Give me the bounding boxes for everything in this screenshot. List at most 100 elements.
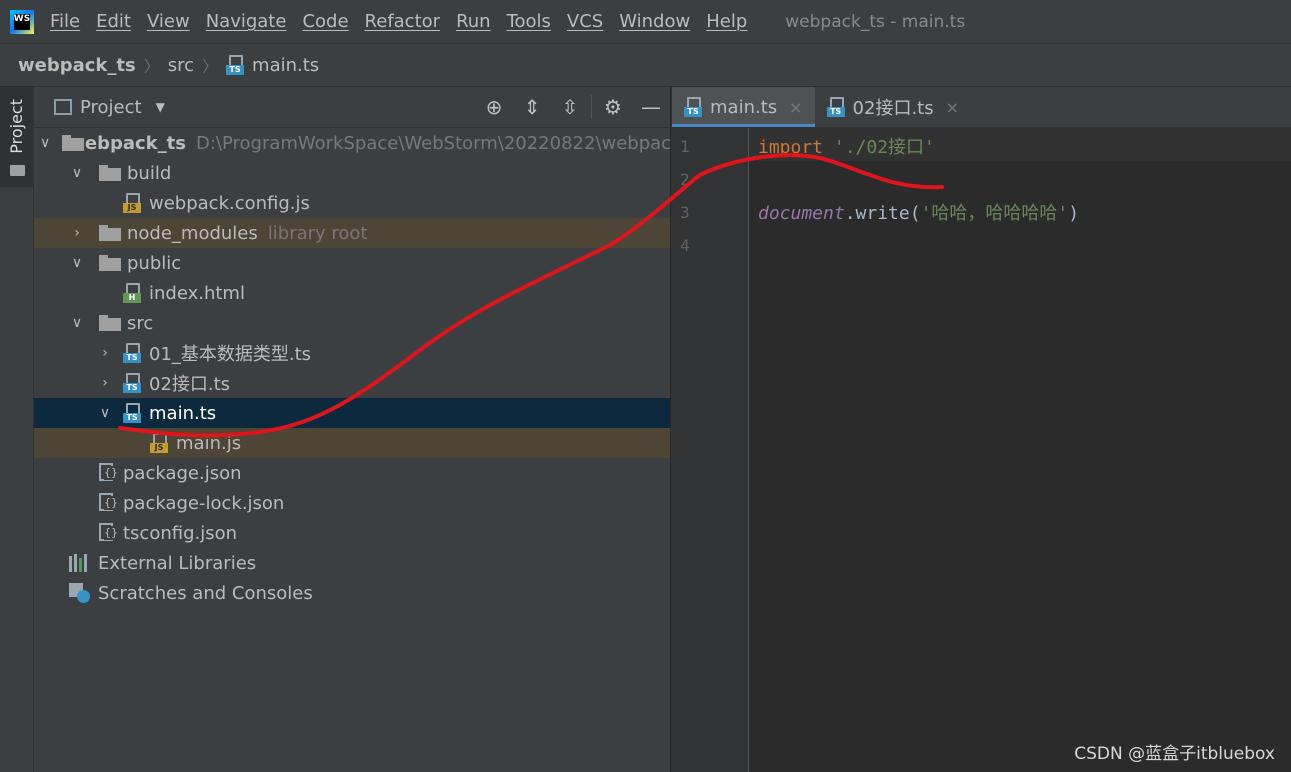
project-tool-label: Project [7,99,26,154]
tree-item-external-libraries[interactable]: External Libraries [34,548,670,578]
breadcrumb-folder[interactable]: src [168,55,194,76]
folder-icon [99,165,121,181]
tree-item-interface[interactable]: › TS 02接口.ts [34,368,670,398]
collapse-all-icon[interactable]: ⇳ [551,95,589,119]
chevron-down-icon[interactable]: ∨ [95,405,115,421]
tree-item-webpack-config[interactable]: JS webpack.config.js [34,188,670,218]
tree-item-label: src [127,312,154,334]
tree-item-label: main.js [176,432,242,454]
window-title: webpack_ts - main.ts [785,11,966,32]
menu-tools[interactable]: Tools [507,11,551,32]
tree-item-package-lock[interactable]: {} package-lock.json [34,488,670,518]
close-icon[interactable]: × [946,98,959,117]
tree-item-package-json[interactable]: {} package.json [34,458,670,488]
typescript-file-icon: TS [826,97,847,117]
gear-icon[interactable]: ⚙ [594,95,632,119]
tree-item-label: public [127,252,182,274]
breadcrumb-file[interactable]: main.ts [252,55,319,76]
tree-item-label: index.html [149,282,245,304]
menu-help[interactable]: Help [706,11,747,32]
typescript-file-icon: TS [123,373,143,393]
menu-code[interactable]: Code [302,11,348,32]
chevron-down-icon[interactable]: ∨ [67,165,87,181]
line-number: 3 [680,203,690,222]
webstorm-logo-icon: WS [10,9,34,34]
menu-window[interactable]: Window [619,11,690,32]
tree-item-public[interactable]: ∨ public [34,248,670,278]
line-number: 4 [680,236,690,255]
chevron-down-icon[interactable]: ▼ [156,100,165,114]
chevron-right-icon[interactable]: › [67,225,87,241]
expand-all-icon[interactable]: ⇕ [513,95,551,119]
tree-item-build[interactable]: ∨ build [34,158,670,188]
close-icon[interactable]: × [789,98,802,117]
menu-navigate[interactable]: Navigate [206,11,287,32]
menu-view[interactable]: View [147,11,190,32]
menu-edit[interactable]: Edit [96,11,131,32]
menu-vcs[interactable]: VCS [567,11,603,32]
chevron-right-icon[interactable]: › [95,375,115,391]
locate-icon[interactable]: ⊕ [475,95,513,119]
breadcrumb: webpack_ts 〉 src 〉 TS main.ts [0,44,1291,87]
minimize-icon[interactable]: — [632,95,670,119]
menu-run[interactable]: Run [456,11,491,32]
tree-item-label: 02接口.ts [149,374,231,395]
tree-item-basic-types[interactable]: › TS 01_基本数据类型.ts [34,338,670,368]
project-view-title[interactable]: Project [80,97,142,118]
global-document: document [758,203,845,224]
typescript-file-icon: TS [226,55,246,75]
json-file-icon: {} [97,492,118,514]
project-tree: ∨ webpack_ts D:\ProgramWorkSpace\WebStor… [34,128,682,608]
line-number-gutter: 1 2 3 4 [672,128,749,772]
tree-item-node-modules[interactable]: › node_modules library root [34,218,670,248]
project-view-icon [54,99,72,115]
chevron-down-icon[interactable]: ∨ [40,135,50,151]
tab-interface-ts[interactable]: TS 02接口.ts × [815,87,971,127]
folder-icon [99,255,121,271]
tree-item-path: D:\ProgramWorkSpace\WebStorm\20220822\we… [195,132,682,154]
editor-pane: TS main.ts × TS 02接口.ts × 1 2 3 4 import… [671,87,1291,772]
project-toolbar: ⊕ ⇕ ⇳ ⚙ — [475,87,670,127]
write-argument-string: '哈哈，哈哈哈哈' [920,203,1069,224]
libraries-icon [69,554,91,572]
menu-bar: WS File Edit View Navigate Code Refactor… [0,0,1291,44]
project-panel: Project ▼ ⊕ ⇕ ⇳ ⚙ — ∨ webpack_ts D:\Prog… [34,87,682,772]
tab-main-ts[interactable]: TS main.ts × [672,87,815,127]
typescript-file-icon: TS [123,343,143,363]
chevron-down-icon[interactable]: ∨ [67,315,87,331]
line-number: 2 [680,170,690,189]
code-line-3[interactable]: document.write('哈哈，哈哈哈哈') [758,199,1079,225]
line-number: 1 [680,137,690,156]
javascript-file-icon: JS [150,433,170,453]
tree-item-main-ts[interactable]: ∨ TS main.ts [34,398,670,428]
toolbar-divider [591,95,592,119]
tree-item-webpack-ts[interactable]: ∨ webpack_ts D:\ProgramWorkSpace\WebStor… [34,128,682,158]
tree-item-label: webpack.config.js [149,192,310,214]
tree-item-label: 01_基本数据类型.ts [149,344,312,365]
scratches-icon [69,583,91,603]
menu-file[interactable]: File [50,11,80,32]
tree-item-label: webpack_ts [68,132,186,154]
breadcrumb-project[interactable]: webpack_ts [18,55,136,76]
method-write: write [855,203,910,224]
project-tool-tab[interactable]: Project [0,87,33,187]
tool-window-strip: Project [0,87,34,772]
tree-item-label: package.json [123,462,242,484]
tree-item-main-js[interactable]: JS main.js [34,428,670,458]
html-file-icon: H [123,283,143,303]
folder-icon [99,315,121,331]
tree-item-label: Scratches and Consoles [98,582,313,604]
menu-refactor[interactable]: Refactor [365,11,441,32]
typescript-file-icon: TS [684,97,704,117]
folder-icon [99,225,121,241]
tab-label: main.ts [710,96,778,118]
chevron-right-icon: 〉 [143,57,160,76]
tree-item-scratches[interactable]: Scratches and Consoles [34,578,670,608]
tree-item-label: External Libraries [98,552,257,574]
chevron-down-icon[interactable]: ∨ [67,255,87,271]
tree-item-tsconfig[interactable]: {} tsconfig.json [34,518,670,548]
chevron-right-icon[interactable]: › [95,345,115,361]
tree-item-src[interactable]: ∨ src [34,308,670,338]
code-line-1[interactable]: import './02接口' [758,133,935,159]
tree-item-index-html[interactable]: H index.html [34,278,670,308]
